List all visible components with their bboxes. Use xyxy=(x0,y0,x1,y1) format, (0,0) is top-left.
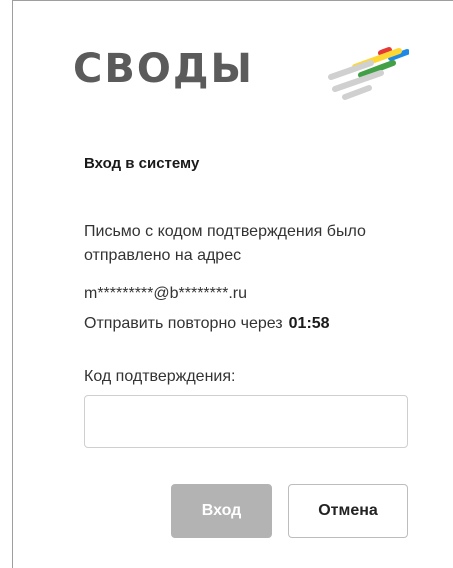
resend-info: Отправить повторно через 01:58 xyxy=(84,315,330,333)
page-title: Вход в систему xyxy=(84,155,200,172)
masked-email: m*********@b********.ru xyxy=(84,285,247,302)
brand-logo-icon xyxy=(328,47,409,100)
resend-label: Отправить повторно через xyxy=(84,315,283,332)
login-panel: СВОДЫ Вход в систему Письмо с кодом подт… xyxy=(12,0,453,568)
cancel-button[interactable]: Отмена xyxy=(288,484,408,538)
logo-stripe xyxy=(342,85,372,100)
login-button[interactable]: Вход xyxy=(171,484,272,538)
brand-logo-text: СВОДЫ xyxy=(73,46,254,92)
confirmation-message: Письмо с кодом подтверждения было отправ… xyxy=(84,223,366,264)
confirmation-code-input[interactable] xyxy=(84,395,408,448)
code-field-label: Код подтверждения: xyxy=(84,368,236,385)
resend-timer: 01:58 xyxy=(288,315,330,332)
